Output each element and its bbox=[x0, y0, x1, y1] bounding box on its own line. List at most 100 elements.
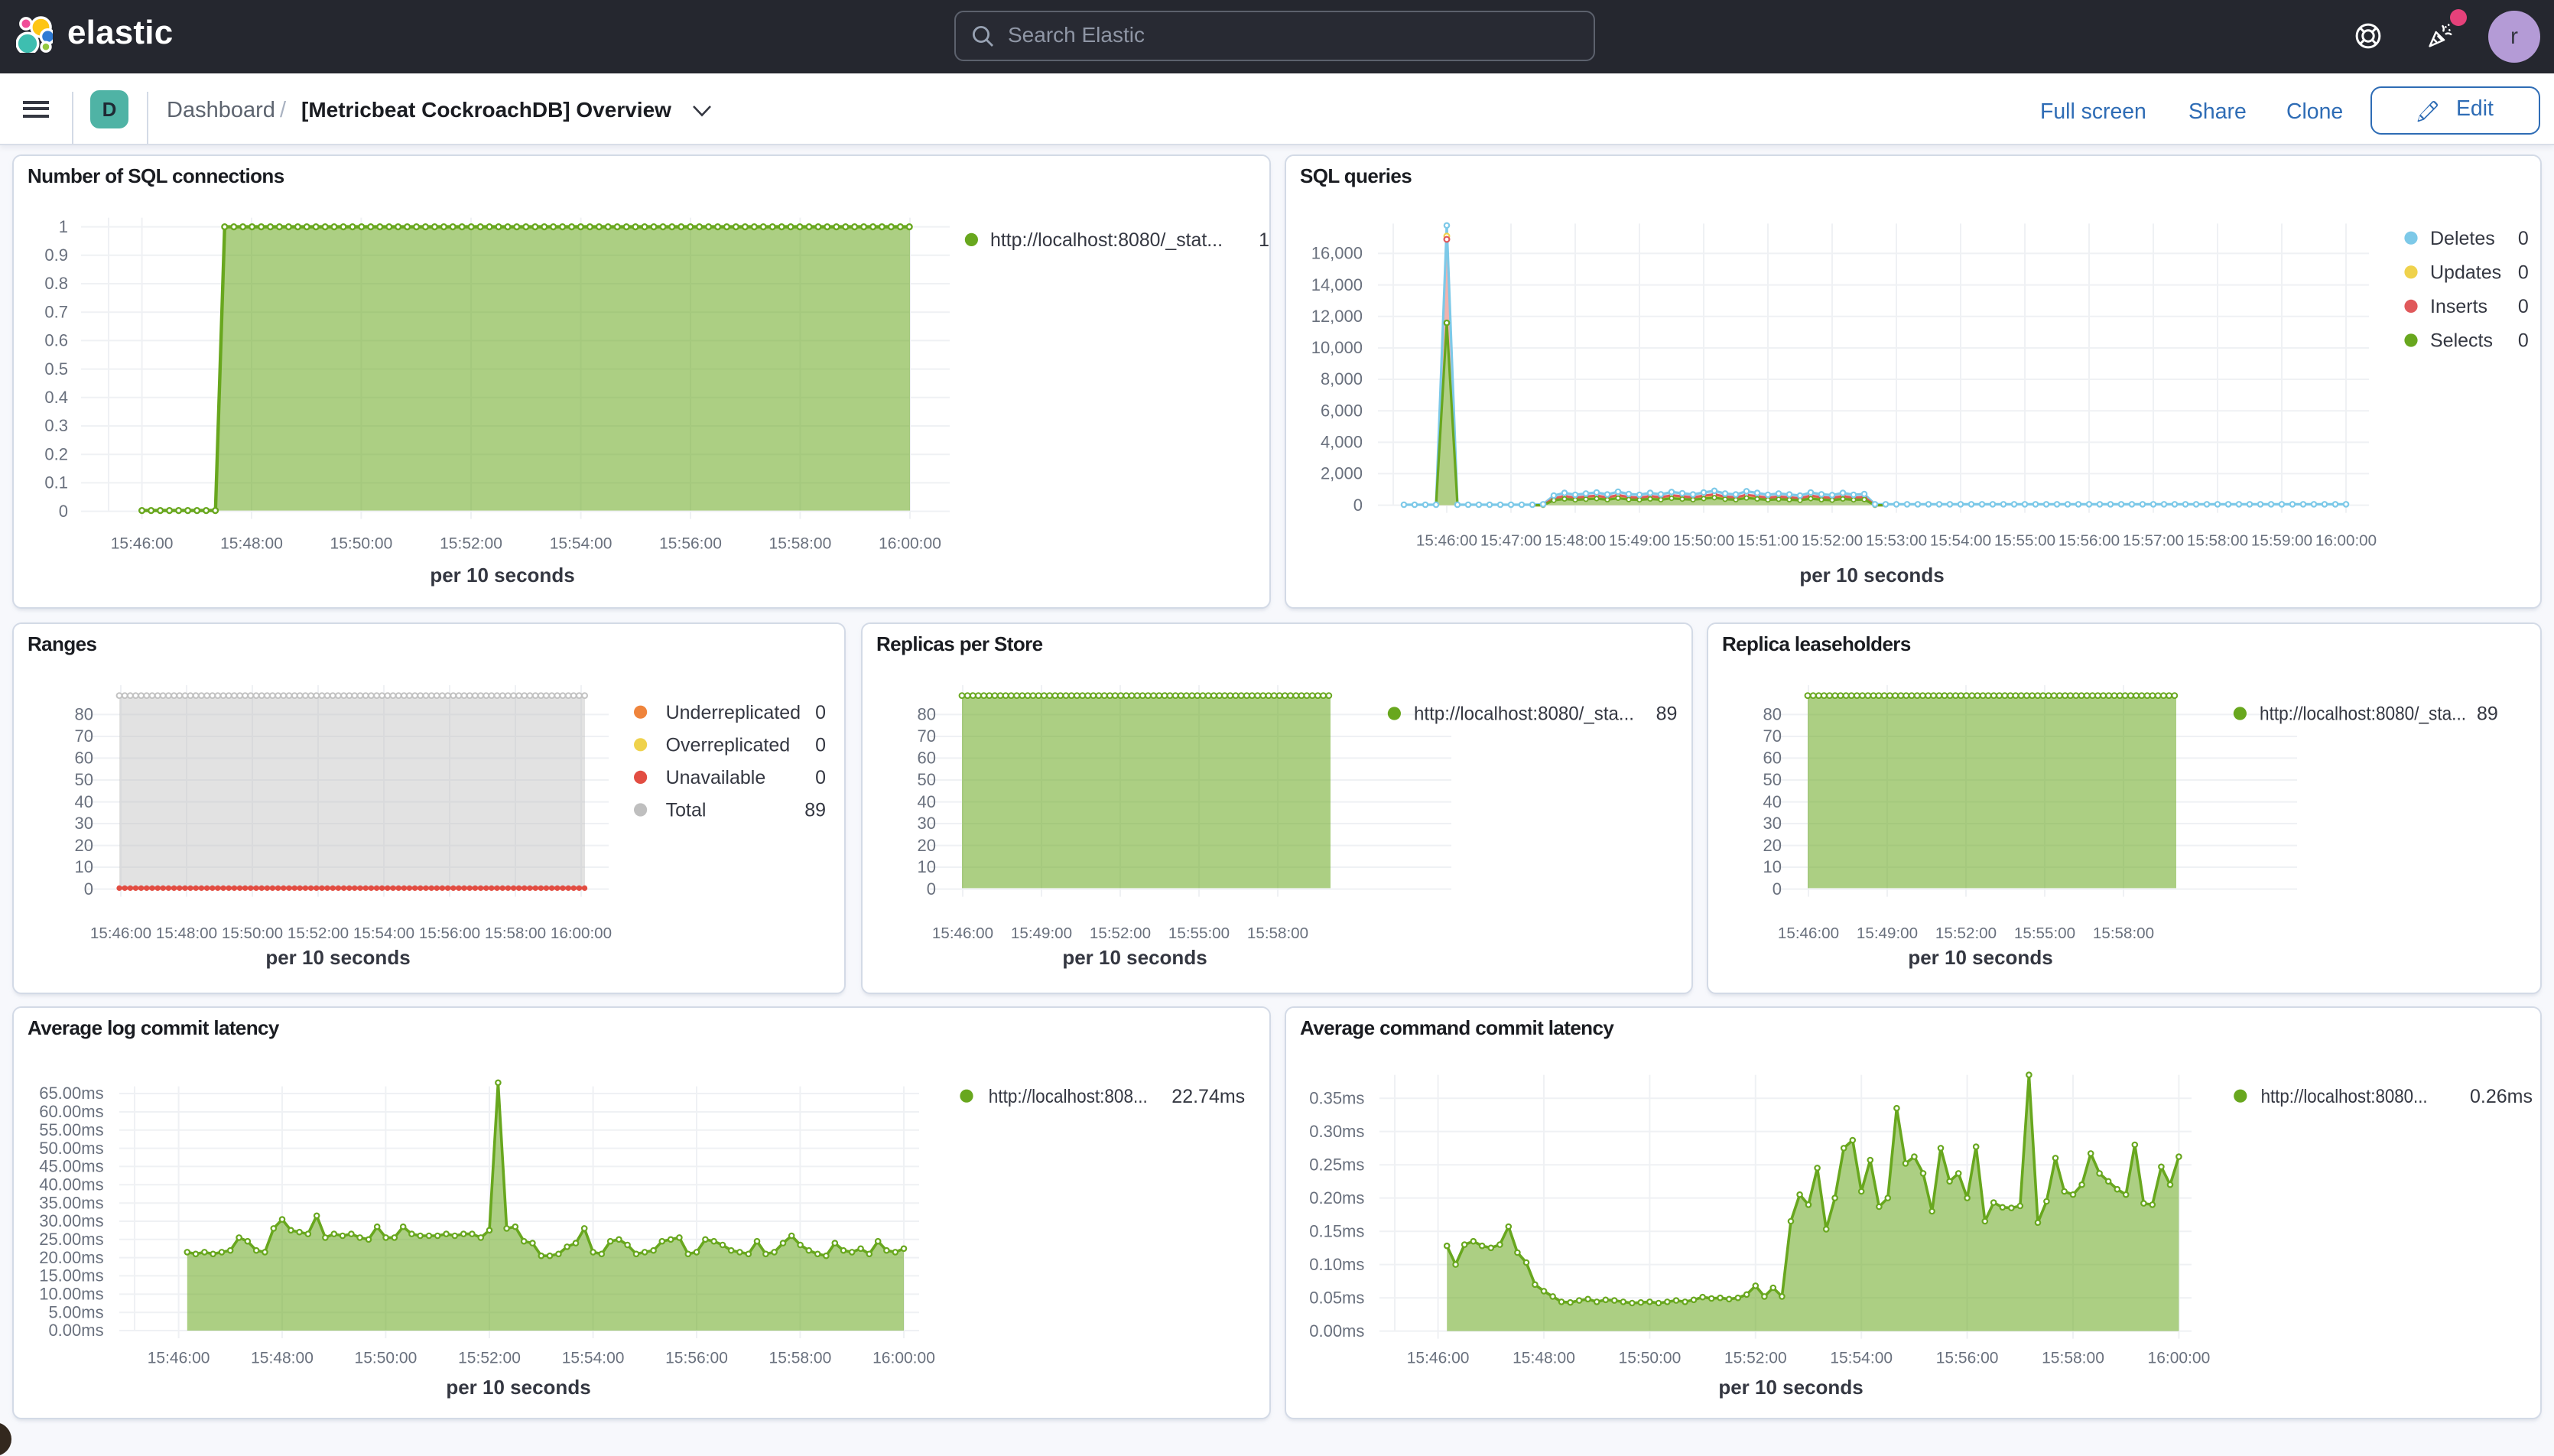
svg-text:0.4: 0.4 bbox=[44, 388, 68, 407]
svg-text:60.00ms: 60.00ms bbox=[39, 1102, 103, 1121]
svg-text:12,000: 12,000 bbox=[1311, 307, 1363, 326]
svg-text:15:52:00: 15:52:00 bbox=[458, 1349, 521, 1367]
svg-text:20: 20 bbox=[1763, 836, 1782, 855]
svg-text:0.00ms: 0.00ms bbox=[1309, 1321, 1364, 1341]
svg-text:25.00ms: 25.00ms bbox=[39, 1230, 103, 1249]
svg-text:0: 0 bbox=[927, 879, 936, 899]
svg-text:0.35ms: 0.35ms bbox=[1309, 1088, 1364, 1107]
svg-text:per 10 seconds: per 10 seconds bbox=[430, 564, 574, 587]
svg-text:Updates: Updates bbox=[2430, 262, 2501, 283]
svg-text:1: 1 bbox=[1259, 229, 1269, 251]
svg-text:http://localhost:8080/_sta...: http://localhost:8080/_sta... bbox=[1414, 704, 1634, 725]
svg-text:15:48:00: 15:48:00 bbox=[1513, 1349, 1575, 1367]
svg-text:http://localhost:808...: http://localhost:808... bbox=[989, 1086, 1148, 1107]
svg-text:15:50:00: 15:50:00 bbox=[355, 1349, 418, 1367]
svg-text:15:46:00: 15:46:00 bbox=[1407, 1349, 1470, 1367]
svg-text:30: 30 bbox=[1763, 814, 1782, 833]
svg-text:60: 60 bbox=[918, 749, 936, 768]
svg-text:15:58:00: 15:58:00 bbox=[769, 1349, 832, 1367]
svg-text:15:50:00: 15:50:00 bbox=[1673, 532, 1734, 550]
svg-text:15:55:00: 15:55:00 bbox=[1168, 925, 1230, 942]
svg-text:15:56:00: 15:56:00 bbox=[1936, 1349, 1999, 1367]
svg-text:70: 70 bbox=[75, 726, 93, 746]
svg-text:15:48:00: 15:48:00 bbox=[220, 535, 283, 553]
svg-text:15:50:00: 15:50:00 bbox=[222, 925, 283, 942]
svg-text:0: 0 bbox=[2518, 330, 2529, 352]
svg-text:0.6: 0.6 bbox=[44, 331, 68, 350]
svg-text:Inserts: Inserts bbox=[2430, 296, 2487, 317]
svg-text:0.8: 0.8 bbox=[44, 274, 68, 293]
svg-text:89: 89 bbox=[1656, 704, 1678, 725]
svg-text:15:54:00: 15:54:00 bbox=[1830, 1349, 1893, 1367]
svg-text:15.00ms: 15.00ms bbox=[39, 1266, 103, 1285]
svg-text:40.00ms: 40.00ms bbox=[39, 1175, 103, 1194]
svg-text:15:46:00: 15:46:00 bbox=[111, 535, 174, 553]
svg-text:14,000: 14,000 bbox=[1311, 275, 1363, 294]
svg-text:15:54:00: 15:54:00 bbox=[1930, 532, 1991, 550]
svg-text:5.00ms: 5.00ms bbox=[48, 1302, 103, 1321]
svg-text:50: 50 bbox=[1763, 770, 1782, 789]
svg-text:50.00ms: 50.00ms bbox=[39, 1139, 103, 1158]
svg-text:20.00ms: 20.00ms bbox=[39, 1248, 103, 1267]
svg-text:2,000: 2,000 bbox=[1321, 464, 1363, 483]
svg-text:60: 60 bbox=[75, 749, 93, 768]
svg-text:15:46:00: 15:46:00 bbox=[1416, 532, 1477, 550]
svg-text:20: 20 bbox=[918, 836, 936, 855]
svg-text:http://localhost:8080...: http://localhost:8080... bbox=[2261, 1086, 2428, 1107]
svg-text:15:52:00: 15:52:00 bbox=[440, 535, 502, 553]
svg-text:15:46:00: 15:46:00 bbox=[90, 925, 151, 942]
svg-text:15:46:00: 15:46:00 bbox=[148, 1349, 210, 1367]
svg-text:15:54:00: 15:54:00 bbox=[562, 1349, 625, 1367]
svg-text:15:50:00: 15:50:00 bbox=[330, 535, 393, 553]
svg-text:Total: Total bbox=[666, 800, 707, 821]
svg-text:per 10 seconds: per 10 seconds bbox=[1908, 946, 2052, 969]
svg-text:0.25ms: 0.25ms bbox=[1309, 1155, 1364, 1174]
svg-text:per 10 seconds: per 10 seconds bbox=[1062, 946, 1207, 969]
svg-text:50: 50 bbox=[918, 770, 936, 789]
svg-text:6,000: 6,000 bbox=[1321, 401, 1363, 420]
svg-text:15:55:00: 15:55:00 bbox=[2014, 925, 2075, 942]
svg-text:0: 0 bbox=[84, 879, 93, 899]
svg-text:per 10 seconds: per 10 seconds bbox=[1799, 564, 1944, 587]
svg-text:20: 20 bbox=[75, 836, 93, 855]
svg-text:Overreplicated: Overreplicated bbox=[666, 734, 791, 756]
svg-text:8,000: 8,000 bbox=[1321, 369, 1363, 388]
svg-text:15:56:00: 15:56:00 bbox=[665, 1349, 728, 1367]
svg-text:15:54:00: 15:54:00 bbox=[353, 925, 414, 942]
svg-text:per 10 seconds: per 10 seconds bbox=[265, 946, 410, 969]
svg-text:Underreplicated: Underreplicated bbox=[666, 702, 801, 723]
svg-text:15:52:00: 15:52:00 bbox=[288, 925, 349, 942]
svg-text:16:00:00: 16:00:00 bbox=[2315, 532, 2377, 550]
svg-text:15:58:00: 15:58:00 bbox=[769, 535, 832, 553]
svg-text:0: 0 bbox=[1773, 879, 1782, 899]
svg-text:4,000: 4,000 bbox=[1321, 433, 1363, 452]
svg-text:15:49:00: 15:49:00 bbox=[1609, 532, 1670, 550]
svg-text:0.1: 0.1 bbox=[44, 473, 68, 492]
svg-text:15:54:00: 15:54:00 bbox=[550, 535, 613, 553]
svg-text:15:52:00: 15:52:00 bbox=[1802, 532, 1863, 550]
svg-text:80: 80 bbox=[1763, 705, 1782, 724]
svg-text:0.9: 0.9 bbox=[44, 245, 68, 265]
svg-text:15:58:00: 15:58:00 bbox=[2042, 1349, 2104, 1367]
svg-text:55.00ms: 55.00ms bbox=[39, 1120, 103, 1139]
svg-text:0: 0 bbox=[815, 734, 826, 756]
svg-text:16:00:00: 16:00:00 bbox=[872, 1349, 935, 1367]
svg-text:15:48:00: 15:48:00 bbox=[156, 925, 217, 942]
svg-text:15:52:00: 15:52:00 bbox=[1090, 925, 1151, 942]
svg-text:0.00ms: 0.00ms bbox=[48, 1321, 103, 1340]
svg-text:60: 60 bbox=[1763, 749, 1782, 768]
svg-text:22.74ms: 22.74ms bbox=[1171, 1086, 1245, 1107]
svg-text:15:59:00: 15:59:00 bbox=[2251, 532, 2312, 550]
svg-text:15:56:00: 15:56:00 bbox=[419, 925, 480, 942]
svg-text:0.15ms: 0.15ms bbox=[1309, 1221, 1364, 1240]
svg-text:15:53:00: 15:53:00 bbox=[1866, 532, 1927, 550]
svg-text:0: 0 bbox=[1353, 496, 1363, 515]
svg-text:per 10 seconds: per 10 seconds bbox=[446, 1376, 590, 1399]
svg-text:16:00:00: 16:00:00 bbox=[551, 925, 612, 942]
svg-text:http://localhost:8080/_sta...: http://localhost:8080/_sta... bbox=[2260, 704, 2466, 725]
svg-text:0: 0 bbox=[59, 502, 68, 521]
svg-text:15:52:00: 15:52:00 bbox=[1724, 1349, 1787, 1367]
svg-text:15:49:00: 15:49:00 bbox=[1857, 925, 1918, 942]
svg-text:70: 70 bbox=[918, 726, 936, 746]
svg-text:0: 0 bbox=[815, 767, 826, 788]
